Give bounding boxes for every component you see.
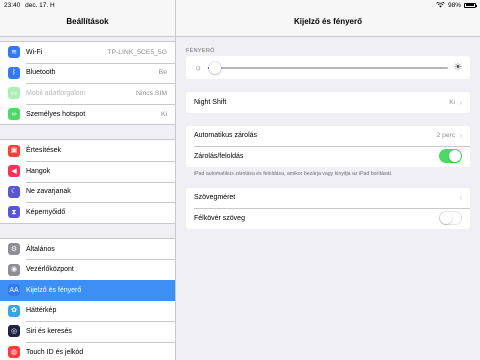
chevron-right-icon: ›: [459, 131, 462, 141]
lock-group: Automatikus zárolás 2 perc › Zárolás/fel…: [186, 125, 470, 167]
sidebar-item-label: Bluetooth: [26, 69, 56, 77]
brightness-slider-row: ☼ ☀: [186, 56, 470, 79]
bold-text-label: Félkövér szöveg: [194, 214, 245, 222]
brightness-slider[interactable]: [208, 61, 448, 74]
sidebar-item-display-brightness[interactable]: AA Kijelző és fényerő: [0, 279, 175, 301]
lock-footnote: iPad automatikus zárolása és feloldása, …: [194, 170, 393, 177]
sounds-icon: ◀: [8, 165, 20, 178]
sidebar-item-label: Háttérkép: [26, 307, 57, 315]
general-icon: ⚙: [8, 243, 20, 256]
sidebar-item-value: Nincs SIM: [136, 89, 167, 97]
wifi-status-icon: [436, 2, 445, 8]
hotspot-icon: ∞: [8, 108, 20, 121]
text-size-label: Szövegméret: [194, 194, 236, 202]
display-brightness-icon: AA: [8, 284, 20, 297]
night-shift-value: Ki: [449, 98, 456, 106]
brightness-section-title: FÉNYERŐ: [186, 48, 215, 54]
night-shift-row[interactable]: Night Shift Ki ›: [186, 92, 470, 113]
sidebar-item-control-center[interactable]: ◉ Vezérlőközpont: [0, 259, 175, 280]
sidebar-item-general[interactable]: ⚙ Általános: [0, 239, 175, 260]
lock-unlock-toggle[interactable]: [439, 149, 462, 164]
bluetooth-icon: ᛒ: [8, 66, 20, 79]
text-size-row[interactable]: Szövegméret ›: [186, 188, 470, 209]
sidebar-item-screen-time[interactable]: ⧗ Képernyőidő: [0, 202, 175, 223]
sidebar-title: Beállítások: [66, 17, 109, 26]
sidebar-item-sounds[interactable]: ◀ Hangok: [0, 160, 175, 182]
battery-percent: 98%: [447, 1, 461, 9]
wallpaper-icon: ✿: [8, 304, 20, 317]
do-not-disturb-icon: ☾: [8, 185, 20, 198]
chevron-right-icon: ›: [459, 97, 462, 107]
detail-title: Kijelző és fényerő: [293, 17, 363, 26]
sidebar-item-notifications[interactable]: ▣ Értesítések: [0, 140, 175, 161]
auto-lock-label: Automatikus zárolás: [194, 132, 258, 140]
notifications-icon: ▣: [8, 144, 20, 157]
sidebar-group: ≋ Wi-Fi TP-LINK_5CE5_5G ᛒ Bluetooth Be ((•)) Mo…: [0, 41, 175, 126]
cellular-icon: ((•)): [8, 87, 20, 100]
auto-lock-row[interactable]: Automatikus zárolás 2 perc ›: [186, 126, 470, 147]
sidebar-item-label: Mobil adatforgalom: [26, 89, 86, 97]
sun-small-icon: ☼: [194, 63, 202, 72]
sidebar-item-label: Wi-Fi: [26, 48, 43, 56]
sidebar-item-label: Személyes hotspot: [26, 110, 86, 118]
brightness-group: ☼ ☀: [186, 56, 470, 79]
sidebar-item-value: Be: [158, 69, 167, 77]
control-center-icon: ◉: [8, 263, 20, 276]
screen-time-icon: ⧗: [8, 206, 20, 219]
status-time: 23:40: [4, 1, 21, 9]
sidebar-item-wallpaper[interactable]: ✿ Háttérkép: [0, 301, 175, 322]
sidebar-group: ▣ Értesítések ◀ Hangok ☾ Ne zavarjanak ⧗ Képern…: [0, 139, 175, 224]
text-group: Szövegméret › Félkövér szöveg: [186, 187, 470, 229]
status-date: dec. 17. H: [25, 1, 55, 9]
sidebar-item-bluetooth[interactable]: ᛒ Bluetooth Be: [0, 62, 175, 84]
sidebar-item-do-not-disturb[interactable]: ☾ Ne zavarjanak: [0, 181, 175, 203]
sidebar-item-siri[interactable]: ◎ Siri és keresés: [0, 321, 175, 342]
status-bar: 23:40 dec. 17. H 98%: [0, 0, 480, 10]
status-bar-left: 23:40 dec. 17. H: [4, 2, 58, 9]
toggle-knob: [440, 212, 452, 225]
sidebar-item-label: Ne zavarjanak: [26, 188, 71, 196]
bold-text-row: Félkövér szöveg: [186, 208, 470, 229]
sidebar-item-label: Általános: [26, 245, 55, 253]
sidebar-item-label: Hangok: [26, 167, 51, 175]
sidebar-item-cellular[interactable]: ((•)) Mobil adatforgalom Nincs SIM: [0, 83, 175, 104]
sidebar-item-wifi[interactable]: ≋ Wi-Fi TP-LINK_5CE5_5G: [0, 42, 175, 63]
sidebar-item-label: Képernyőidő: [26, 208, 66, 216]
touch-id-icon: ◍: [8, 346, 20, 359]
lock-unlock-label: Zárolás/feloldás: [194, 152, 244, 160]
sidebar-item-value: TP-LINK_5CE5_5G: [107, 48, 167, 56]
night-shift-label: Night Shift: [194, 98, 227, 106]
sidebar-item-label: Touch ID és jelkód: [26, 348, 84, 356]
auto-lock-value: 2 perc: [436, 132, 456, 140]
sidebar-item-label: Vezérlőközpont: [26, 266, 74, 274]
sidebar-item-label: Kijelző és fényerő: [26, 286, 82, 294]
sidebar-item-hotspot[interactable]: ∞ Személyes hotspot Ki: [0, 103, 175, 125]
night-shift-group: Night Shift Ki ›: [186, 92, 470, 113]
status-bar-right: 98%: [436, 1, 477, 9]
brightness-slider-thumb[interactable]: [209, 61, 222, 74]
wifi-icon: ≋: [8, 46, 20, 59]
bold-text-toggle[interactable]: [439, 211, 462, 226]
siri-icon: ◎: [8, 325, 20, 338]
sun-large-icon: ☀: [453, 62, 463, 73]
sidebar-item-label: Értesítések: [26, 147, 62, 155]
sidebar-item-value: Ki: [160, 110, 167, 118]
detail-pane: Kijelző és fényerő FÉNYERŐ ☼ ☀ Night Shi…: [176, 0, 480, 360]
sidebar-group: ⚙ Általános ◉ Vezérlőközpont AA Kijelző és fé…: [0, 237, 175, 360]
toggle-knob: [449, 150, 461, 163]
sidebar-item-label: Siri és keresés: [26, 327, 72, 335]
sidebar-list: ≋ Wi-Fi TP-LINK_5CE5_5G ᛒ Bluetooth Be ((•)) Mo…: [0, 37, 175, 360]
sidebar: Beállítások ≋ Wi-Fi TP-LINK_5CE5_5G ᛒ Blueto…: [0, 0, 176, 360]
battery-icon: [464, 2, 477, 8]
sidebar-item-touch-id[interactable]: ◍ Touch ID és jelkód: [0, 341, 175, 360]
lock-unlock-row: Zárolás/feloldás: [186, 146, 470, 167]
chevron-right-icon: ›: [459, 193, 462, 203]
